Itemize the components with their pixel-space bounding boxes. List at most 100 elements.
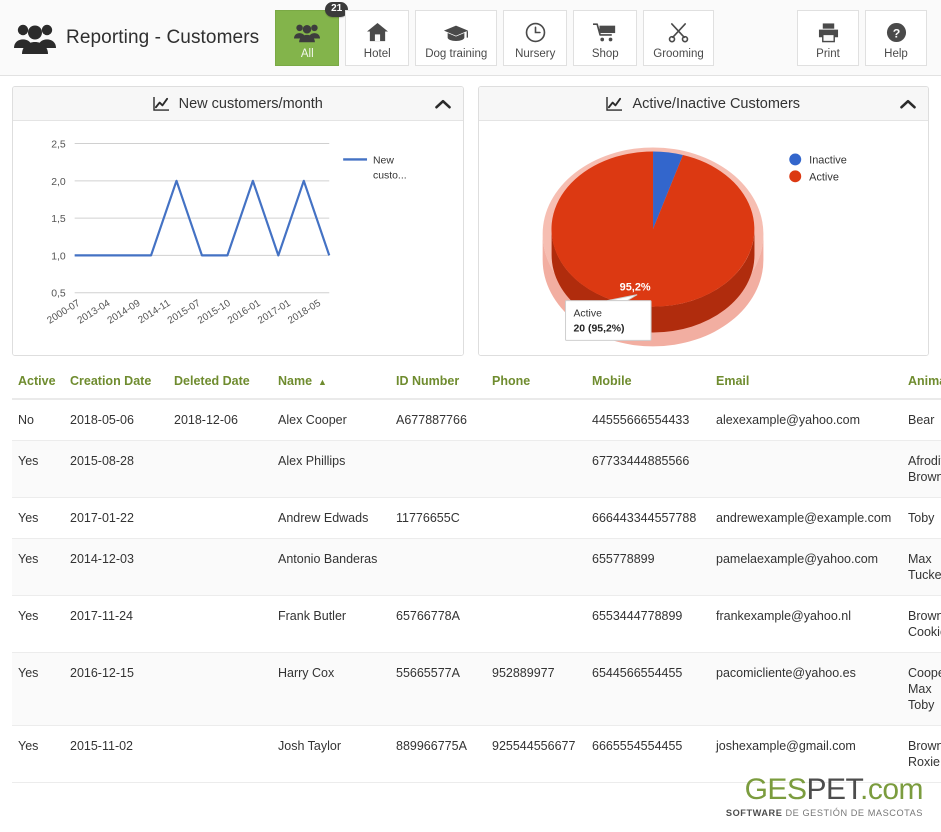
column-header-name[interactable]: Name ▲: [272, 370, 390, 400]
y-axis-tick-label: 1,0: [51, 251, 66, 262]
logo-com: .com: [859, 773, 924, 806]
header-actions: Print ? Help: [797, 9, 927, 66]
cell-id: [390, 440, 486, 498]
table-row[interactable]: Yes 2017-01-22 Andrew Edwads 11776655C 66644…: [12, 497, 941, 539]
cell-mobile: 6665554554455: [586, 725, 710, 783]
printer-icon: [817, 21, 840, 45]
question-mark-circle-icon: ?: [886, 21, 907, 45]
line-chart-legend: New custo...: [343, 155, 407, 181]
animal-name: Brownie: [908, 609, 941, 623]
tagline-strong: SOFTWARE: [725, 808, 783, 818]
cell-phone: [486, 440, 586, 498]
cell-name[interactable]: Frank Butler: [272, 595, 390, 653]
cell-id: A677887766: [390, 399, 486, 441]
pie-slice-percent-label: 95,2%: [619, 282, 650, 294]
cell-mobile: 44555666554433: [586, 399, 710, 441]
column-header-mobile[interactable]: Mobile: [586, 370, 710, 400]
print-label: Print: [816, 47, 840, 60]
animal-name: Max: [908, 682, 932, 696]
cell-creation: 2014-12-03: [64, 538, 168, 596]
column-header-deleted-label: Deleted Date: [174, 374, 250, 388]
panel-new-customers: New customers/month 0,5 1,0 1,5 2,0 2,5 2000-…: [12, 86, 464, 356]
table-row[interactable]: Yes 2015-08-28 Alex Phillips 67733444885566…: [12, 440, 941, 498]
table-row[interactable]: Yes 2017-11-24 Frank Butler 65766778A 655344…: [12, 595, 941, 653]
cell-phone: [486, 538, 586, 596]
tab-all[interactable]: 21 All: [275, 1, 349, 66]
charts-row: New customers/month 0,5 1,0 1,5 2,0 2,5 2000-…: [0, 76, 941, 356]
table-body: No 2018-05-06 2018-12-06 Alex Cooper A677887…: [12, 399, 941, 783]
legend-entry-label-cont: custo...: [373, 170, 407, 181]
tab-nursery-label: Nursery: [515, 47, 556, 60]
help-button[interactable]: ? Help: [865, 9, 927, 66]
svg-text:?: ?: [892, 26, 900, 40]
tab-grooming[interactable]: Grooming: [643, 9, 714, 66]
cell-id: 889966775A: [390, 725, 486, 783]
column-header-name-label: Name: [278, 374, 313, 388]
cell-mobile: 655778899: [586, 538, 710, 596]
customers-table: Active Creation Date Deleted Date Name ▲ …: [12, 370, 941, 783]
column-header-active-label: Active: [18, 374, 56, 388]
table-row[interactable]: Yes 2014-12-03 Antonio Banderas 655778899 pa…: [12, 538, 941, 596]
tab-all-label: All: [300, 47, 314, 60]
table-row[interactable]: No 2018-05-06 2018-12-06 Alex Cooper A677887…: [12, 399, 941, 441]
cell-phone: 952889977: [486, 652, 586, 726]
filter-tabs: 21 All Hotel Dog training Nursery Shop G…: [275, 1, 714, 66]
column-header-animals[interactable]: Animals: [902, 370, 941, 400]
column-header-id[interactable]: ID Number: [390, 370, 486, 400]
cell-active: Yes: [12, 497, 64, 539]
cell-phone: 925544556677: [486, 725, 586, 783]
panel-active-inactive-title: Active/Inactive Customers: [632, 95, 801, 112]
customers-group-icon: [14, 21, 56, 55]
table-row[interactable]: Yes 2016-12-15 Harry Cox 55665577A 952889977…: [12, 652, 941, 726]
x-axis-tick-label: 2000-07: [45, 298, 82, 327]
customers-group-icon: [294, 21, 321, 45]
column-header-email[interactable]: Email: [710, 370, 902, 400]
y-axis-tick-label: 1,5: [51, 214, 66, 225]
cell-email: alexexample@yahoo.com: [710, 399, 902, 441]
cell-id: 55665577A: [390, 652, 486, 726]
column-header-phone[interactable]: Phone: [486, 370, 586, 400]
scissors-icon: [667, 21, 690, 45]
y-axis-tick-label: 0,5: [51, 289, 66, 300]
cell-mobile: 6553444778899: [586, 595, 710, 653]
chevron-up-icon[interactable]: [434, 99, 451, 109]
animal-name: Brownie: [908, 470, 941, 484]
column-header-active[interactable]: Active: [12, 370, 64, 400]
sort-asc-caret-icon: ▲: [318, 376, 327, 387]
cell-name[interactable]: Alex Cooper: [272, 399, 390, 441]
cell-animals: Max Tucker: [902, 538, 941, 596]
tab-shop[interactable]: Shop: [573, 9, 638, 66]
tab-dog-training[interactable]: Dog training: [415, 9, 498, 66]
animal-name: Max: [908, 552, 932, 566]
x-axis-tick-label: 2014-09: [106, 298, 143, 327]
cell-active: Yes: [12, 725, 64, 783]
column-header-deleted[interactable]: Deleted Date: [168, 370, 272, 400]
print-button[interactable]: Print: [797, 9, 859, 66]
legend-entry-label: New: [373, 155, 394, 166]
column-header-id-label: ID Number: [396, 374, 460, 388]
cell-name[interactable]: Alex Phillips: [272, 440, 390, 498]
panel-active-inactive-header: Active/Inactive Customers: [478, 87, 928, 121]
tab-nursery[interactable]: Nursery: [503, 9, 568, 66]
legend-swatch-active: [788, 170, 801, 183]
cell-name[interactable]: Josh Taylor: [272, 725, 390, 783]
animal-name: Tucker: [908, 568, 941, 582]
cell-animals: Bear: [902, 399, 941, 441]
x-axis-tick-label: 2015-10: [196, 298, 233, 327]
cell-active: Yes: [12, 595, 64, 653]
cell-name[interactable]: Antonio Banderas: [272, 538, 390, 596]
cell-name[interactable]: Harry Cox: [272, 652, 390, 726]
animal-name: Cookie: [908, 625, 941, 639]
column-header-creation[interactable]: Creation Date: [64, 370, 168, 400]
cell-name[interactable]: Andrew Edwads: [272, 497, 390, 539]
tagline-rest: DE GESTIÓN DE MASCOTAS: [782, 808, 923, 818]
cell-id: 65766778A: [390, 595, 486, 653]
pie-slice-active[interactable]: [550, 151, 754, 307]
chevron-up-icon[interactable]: [900, 99, 916, 109]
cell-email: [710, 440, 902, 498]
tab-hotel[interactable]: Hotel: [345, 9, 410, 66]
cell-mobile: 666443344557788: [586, 497, 710, 539]
tab-shop-label: Shop: [591, 47, 619, 60]
tooltip-title: Active: [573, 309, 602, 320]
cell-email: andrewexample@example.com: [710, 497, 902, 539]
